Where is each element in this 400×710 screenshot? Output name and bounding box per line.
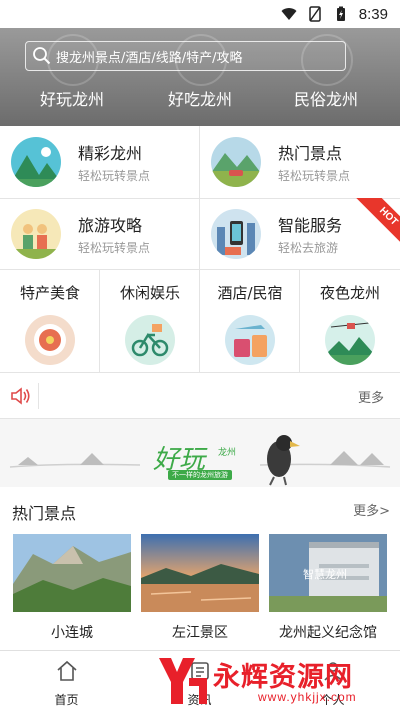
feature-subtitle: 轻松玩转景点 — [278, 169, 351, 183]
spot-name: 左江景区 — [172, 625, 228, 641]
notice-more-link[interactable]: 更多 — [358, 387, 384, 406]
speaker-icon — [11, 387, 30, 405]
feature-hot-spots[interactable]: 热门景点 轻松玩转景点 — [200, 126, 400, 198]
no-sim-icon — [309, 6, 321, 22]
food-plate-icon — [25, 315, 75, 365]
nav-food-longzhou[interactable]: 好吃龙州 — [150, 34, 250, 110]
tab-profile-label: 个人 — [320, 693, 345, 707]
category-label: 酒店/民宿 — [217, 284, 283, 302]
divider — [99, 270, 100, 373]
spot-card[interactable]: 智慧龙州 龙州起义纪念馆 — [269, 534, 387, 642]
bicycle-icon — [125, 315, 175, 365]
hot-badge: HOT — [352, 198, 400, 246]
divider — [299, 270, 300, 373]
bottom-tab-bar: 首页 资讯 个人 — [0, 650, 400, 710]
hot-spots-more-link[interactable]: 更多> — [353, 500, 390, 519]
news-icon — [190, 662, 209, 680]
feature-subtitle: 轻松去旅游 — [278, 241, 339, 255]
family-icon — [11, 209, 61, 259]
category-label: 夜色龙州 — [319, 284, 380, 302]
nav-folk-longzhou[interactable]: 民俗龙州 — [276, 34, 376, 110]
category-row: 特产美食 休闲娱乐 酒店/民宿 夜色龙州 — [0, 270, 400, 373]
category-hotel[interactable]: 酒店/民宿 — [200, 270, 300, 373]
tab-news-label: 资讯 — [187, 693, 212, 707]
divider — [199, 270, 200, 373]
feature-title: 智能服务 — [278, 216, 343, 235]
tab-news[interactable]: 资讯 — [133, 651, 266, 710]
nav-food-label: 好吃龙州 — [167, 90, 232, 109]
spot-card[interactable]: 小连城 — [13, 534, 131, 642]
tab-home[interactable]: 首页 — [0, 651, 133, 710]
promo-banner[interactable]: 好玩 龙州 不一样的龙州旅游 — [0, 419, 400, 487]
category-label: 特产美食 — [19, 284, 80, 302]
banner-tagline: 不一样的龙州旅游 — [168, 470, 232, 480]
food-bowl-icon — [175, 34, 227, 86]
category-leisure[interactable]: 休闲娱乐 — [100, 270, 200, 373]
status-time: 8:39 — [358, 5, 388, 23]
person-icon — [323, 662, 342, 681]
feature-title: 精彩龙州 — [78, 144, 143, 163]
feature-travel-guide[interactable]: 旅游攻略 轻松玩转景点 — [0, 198, 200, 270]
category-night-longzhou[interactable]: 夜色龙州 — [300, 270, 400, 373]
folk-drum-icon — [301, 34, 353, 86]
landscape-car-icon — [211, 137, 261, 187]
divider — [0, 198, 400, 199]
hot-badge-label: HOT — [356, 198, 400, 246]
spot-image: 智慧龙州 — [269, 534, 387, 612]
feature-title: 热门景点 — [278, 144, 343, 163]
divider — [38, 383, 39, 409]
banner-subtitle: 龙州 — [218, 448, 237, 458]
tab-home-label: 首页 — [54, 693, 79, 707]
feature-wonderful-longzhou[interactable]: 精彩龙州 轻松玩转景点 — [0, 126, 200, 198]
wifi-icon — [281, 8, 297, 20]
spot-name: 龙州起义纪念馆 — [279, 625, 377, 641]
tab-profile[interactable]: 个人 — [266, 651, 399, 710]
fun-icon — [47, 34, 99, 86]
category-specialty-food[interactable]: 特产美食 — [0, 270, 100, 373]
hot-spots-header: 热门景点 更多> — [0, 496, 400, 524]
feature-subtitle: 轻松玩转景点 — [78, 169, 151, 183]
spot-image — [141, 534, 259, 612]
nav-folk-label: 民俗龙州 — [293, 90, 358, 109]
category-label: 休闲娱乐 — [119, 284, 180, 302]
spot-card[interactable]: 左江景区 — [141, 534, 259, 642]
night-scene-icon — [325, 315, 375, 365]
feature-title: 旅游攻略 — [78, 216, 143, 235]
notice-bar: 更多 — [0, 373, 400, 419]
spot-name: 小连城 — [51, 625, 93, 641]
home-icon — [56, 660, 77, 681]
mountain-icon — [11, 137, 61, 187]
status-bar: 8:39 — [0, 0, 400, 28]
spot-image — [13, 534, 131, 612]
nav-fun-label: 好玩龙州 — [39, 90, 104, 109]
battery-charging-icon — [336, 6, 345, 21]
spot-overlay-text: 智慧龙州 — [303, 567, 347, 581]
header: 搜龙州景点/酒店/线路/特产/攻略 好玩龙州 好吃龙州 民俗龙州 — [0, 28, 400, 126]
luggage-icon — [225, 315, 275, 365]
city-phone-icon — [211, 209, 261, 259]
hot-spots-title: 热门景点 — [12, 504, 77, 523]
nav-fun-longzhou[interactable]: 好玩龙州 — [22, 34, 122, 110]
feature-subtitle: 轻松玩转景点 — [78, 241, 151, 255]
